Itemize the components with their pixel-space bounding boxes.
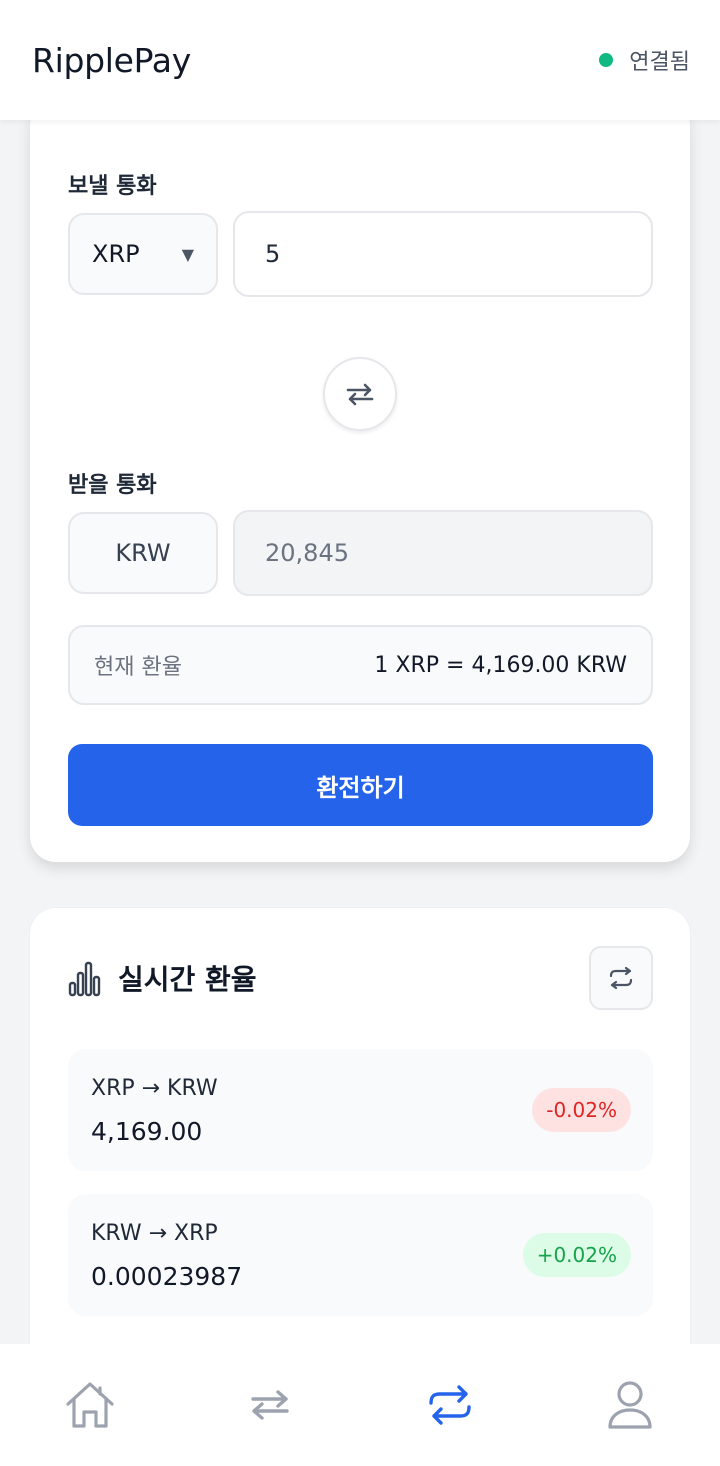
send-currency-value: XRP <box>92 240 140 268</box>
send-amount-input[interactable]: 5 <box>233 211 653 297</box>
rate-change-badge: +0.02% <box>522 1233 631 1277</box>
live-rates-header: 실시간 환율 <box>68 958 257 998</box>
receive-amount-value: 20,845 <box>265 539 349 567</box>
send-currency-label: 보낼 통화 <box>68 174 157 199</box>
profile-icon <box>608 1381 652 1429</box>
app-title: RipplePay <box>32 40 191 80</box>
receive-amount-field: 20,845 <box>233 510 653 596</box>
exchange-button-label: 환전하기 <box>316 773 405 802</box>
bar-chart-icon <box>68 961 101 997</box>
rate-item[interactable]: XRP → KRW 4,169.00 -0.02% <box>68 1049 653 1171</box>
current-rate-box: 현재 환율 1 XRP = 4,169.00 KRW <box>68 625 653 705</box>
app-header: RipplePay 연결됨 <box>0 0 720 120</box>
transfer-icon <box>251 1390 289 1420</box>
receive-currency-value: KRW <box>115 539 171 567</box>
swap-horizontal-icon <box>346 383 374 406</box>
chevron-down-icon: ▼ <box>181 244 194 264</box>
send-currency-select[interactable]: XRP ▼ <box>68 213 218 295</box>
nav-exchange[interactable] <box>405 1360 495 1450</box>
nav-transfer[interactable] <box>225 1360 315 1450</box>
exchange-button[interactable]: 환전하기 <box>68 744 653 826</box>
receive-currency-label: 받을 통화 <box>68 473 157 498</box>
refresh-icon <box>609 967 633 989</box>
receive-currency-field: KRW <box>68 512 218 594</box>
bottom-navigation <box>0 1344 720 1466</box>
connection-status-text: 연결됨 <box>629 50 690 75</box>
exchange-icon <box>429 1385 471 1425</box>
send-amount-value: 5 <box>265 240 281 268</box>
current-rate-value: 1 XRP = 4,169.00 KRW <box>374 652 627 678</box>
rate-pair: XRP → KRW <box>91 1076 218 1101</box>
rate-value: 0.00023987 <box>91 1262 243 1291</box>
rate-change-badge: -0.02% <box>532 1088 631 1132</box>
refresh-rates-button[interactable] <box>589 946 653 1010</box>
status-dot-icon <box>599 53 614 67</box>
swap-currencies-button[interactable] <box>323 357 397 431</box>
rate-item[interactable]: KRW → XRP 0.00023987 +0.02% <box>68 1194 653 1316</box>
live-rates-title: 실시간 환율 <box>118 963 257 996</box>
home-icon <box>66 1382 114 1428</box>
nav-home[interactable] <box>45 1360 135 1450</box>
rate-value: 4,169.00 <box>91 1117 203 1146</box>
nav-profile[interactable] <box>585 1360 675 1450</box>
rate-pair: KRW → XRP <box>91 1221 218 1246</box>
connection-status: 연결됨 <box>599 44 690 76</box>
exchange-card: 보낼 통화 XRP ▼ 5 받을 통화 KRW 20,845 현재 환율 1 X… <box>30 100 690 862</box>
current-rate-label: 현재 환율 <box>94 655 182 680</box>
live-rates-card: 실시간 환율 XRP → KRW 4,169.00 -0.02% KRW → X… <box>30 908 690 1368</box>
